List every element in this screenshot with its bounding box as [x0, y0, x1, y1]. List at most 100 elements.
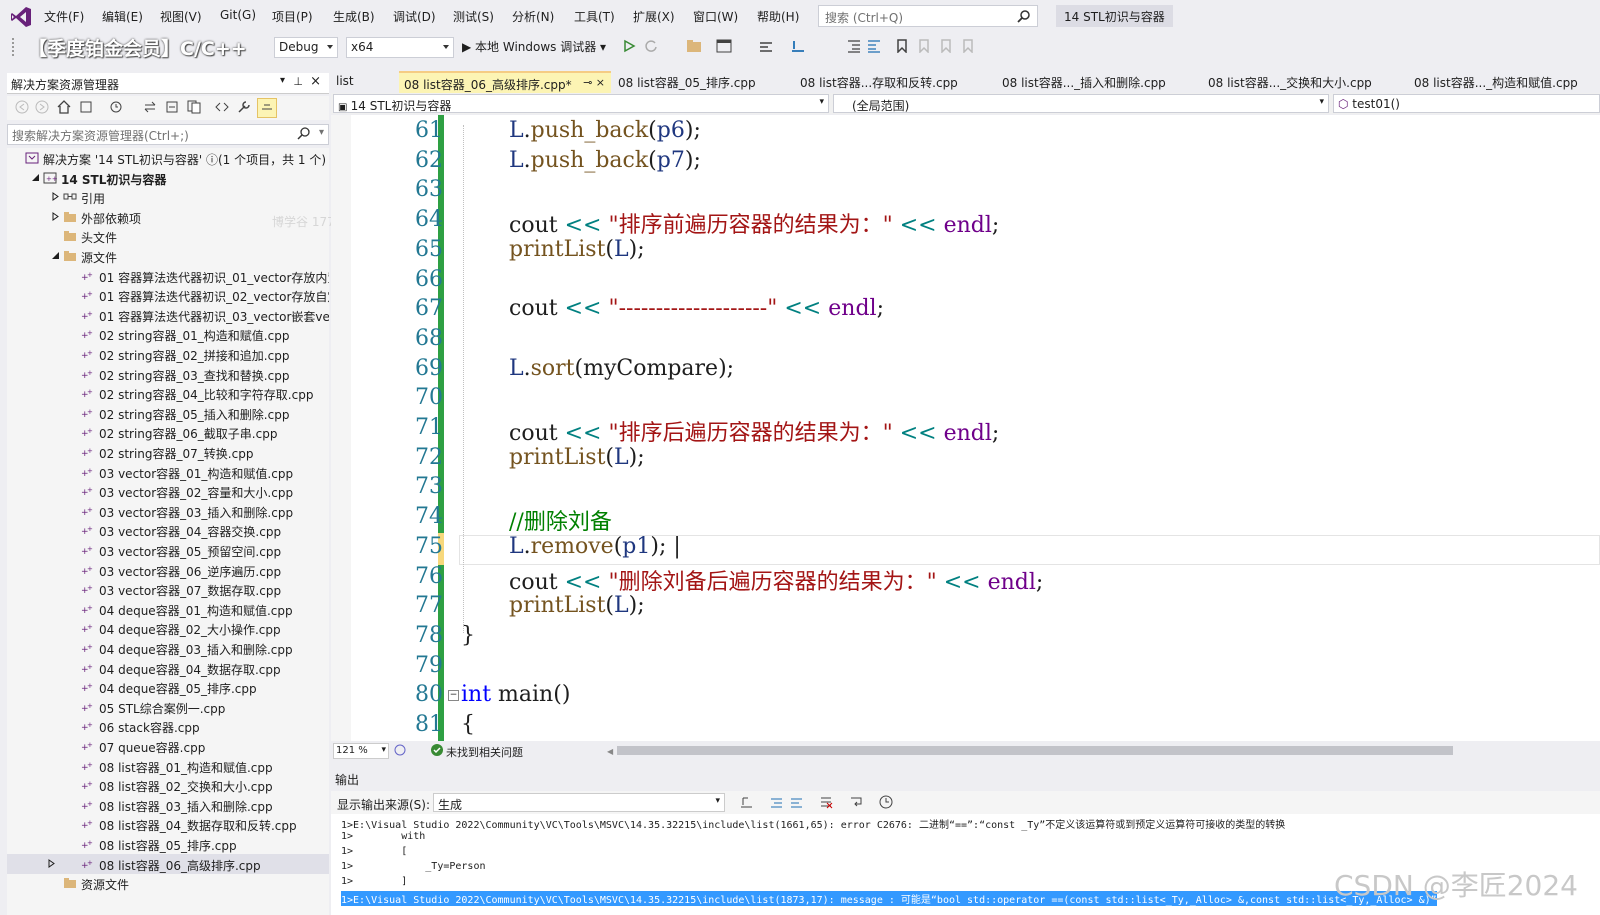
find-message-icon[interactable] — [739, 795, 755, 811]
menu-debug[interactable]: 调试(D) — [393, 8, 436, 25]
source-file-item[interactable]: + + 04 deque容器_03_插入和删除.cpp — [7, 638, 329, 658]
function-dropdown[interactable]: ⬡ test01() — [1333, 94, 1600, 113]
code-line[interactable]: L.push_back(p6); — [509, 118, 701, 143]
collapsed-arrow-icon[interactable] — [51, 192, 60, 202]
tab-file[interactable]: 08 list容器..._交换和大小.cpp — [1203, 71, 1405, 93]
tab-list[interactable]: list — [331, 71, 399, 93]
resource-files-node[interactable]: 资源文件 — [7, 873, 329, 893]
restart-icon[interactable] — [644, 39, 660, 55]
next-message-icon[interactable] — [789, 795, 805, 811]
platform-dropdown[interactable]: x64 — [346, 37, 454, 58]
code-line[interactable]: L.remove(p1); | — [509, 534, 681, 559]
bookmark-icon[interactable] — [896, 39, 912, 55]
window-layout-icon[interactable] — [716, 39, 732, 55]
code-line[interactable]: cout << "删除刘备后遍历容器的结果为：" << endl; — [509, 564, 1043, 596]
code-line[interactable]: cout << "排序后遍历容器的结果为：" << endl; — [509, 415, 999, 447]
source-file-item[interactable]: + + 08 list容器_05_排序.cpp — [7, 834, 329, 854]
horizontal-scrollbar[interactable] — [617, 746, 1453, 755]
source-file-item[interactable]: + + 02 string容器_06_截取子串.cpp — [7, 422, 329, 442]
source-file-item[interactable]: + + 08 list容器_01_构造和赋值.cpp — [7, 756, 329, 776]
search-input[interactable]: 搜索 (Ctrl+Q) — [818, 5, 1038, 27]
code-line[interactable]: { — [461, 712, 475, 737]
source-file-item[interactable]: + + 02 string容器_03_查找和替换.cpp — [7, 364, 329, 384]
menu-analyze[interactable]: 分析(N) — [512, 8, 554, 25]
source-file-item[interactable]: + + 03 vector容器_01_构造和赋值.cpp — [7, 462, 329, 482]
references-node[interactable]: 引用 — [7, 187, 329, 207]
code-line[interactable]: printList(L); — [509, 237, 645, 262]
code-line[interactable]: printList(L); — [509, 445, 645, 470]
menu-help[interactable]: 帮助(H) — [757, 8, 799, 25]
collapsed-arrow-icon[interactable] — [47, 858, 56, 868]
source-file-item[interactable]: + + 02 string容器_07_转换.cpp — [7, 442, 329, 462]
clear-all-icon[interactable] — [819, 795, 835, 811]
collapse-all-icon[interactable] — [165, 100, 181, 116]
start-debugger-button[interactable]: ▶ 本地 Windows 调试器 ▾ — [462, 38, 606, 55]
menu-view[interactable]: 视图(V) — [160, 8, 202, 25]
search-icon[interactable] — [1017, 9, 1031, 23]
code-editor[interactable]: − 61 L.push_back(p6); 62 L.push_back(p7); 63… — [331, 115, 1600, 741]
tab-file[interactable]: 08 list容器..._构造和赋值.cpp — [1409, 71, 1600, 93]
home-icon[interactable] — [57, 100, 73, 116]
source-file-item[interactable]: + + 06 stack容器.cpp — [7, 716, 329, 736]
source-file-item[interactable]: + + 03 vector容器_02_容量和大小.cpp — [7, 481, 329, 501]
zoom-dropdown[interactable]: 121 % ▾ — [333, 743, 389, 759]
source-file-item[interactable]: + + 08 list容器_03_插入和删除.cpp — [7, 795, 329, 815]
project-node[interactable]: ++ 14 STL初识与容器 — [7, 168, 329, 188]
code-line[interactable]: L.push_back(p7); — [509, 148, 701, 173]
code-icon[interactable] — [215, 100, 231, 116]
source-file-item[interactable]: + + 02 string容器_01_构造和赋值.cpp — [7, 324, 329, 344]
issues-status[interactable]: 未找到相关问题 — [446, 744, 523, 760]
tab-pin-close-icon[interactable]: ⊸ × — [583, 76, 605, 89]
close-icon[interactable]: × — [310, 74, 321, 89]
menu-tools[interactable]: 工具(T) — [574, 8, 615, 25]
word-wrap-icon[interactable] — [849, 795, 865, 811]
source-file-item[interactable]: + + 07 queue容器.cpp — [7, 736, 329, 756]
back-icon[interactable] — [15, 100, 31, 116]
indent-icon[interactable] — [846, 39, 862, 55]
source-file-item[interactable]: + + 03 vector容器_04_容器交换.cpp — [7, 520, 329, 540]
source-file-item[interactable]: + + 08 list容器_04_数据存取和反转.cpp — [7, 814, 329, 834]
code-line[interactable]: //删除刘备 — [509, 504, 612, 536]
code-line[interactable]: int main() — [461, 682, 570, 707]
pin-icon[interactable]: ⊥ — [293, 75, 303, 88]
intellisense-icon[interactable] — [393, 743, 407, 757]
tab-file[interactable]: 08 list容器...存取和反转.cpp — [795, 71, 993, 93]
tab-file[interactable]: 08 list容器..._插入和删除.cpp — [997, 71, 1199, 93]
code-line[interactable]: printList(L); — [509, 593, 645, 618]
chevron-down-icon[interactable]: ▾ — [319, 127, 324, 138]
collapse-icon[interactable]: − — [448, 690, 459, 701]
prev-message-icon[interactable] — [769, 795, 785, 811]
source-file-item[interactable]: + + 01 容器算法迭代器初识_01_vector存放内置 — [7, 266, 329, 286]
forward-icon[interactable] — [35, 100, 51, 116]
menu-test[interactable]: 测试(S) — [453, 8, 494, 25]
explorer-search-input[interactable]: 搜索解决方案资源管理器(Ctrl+;) ▾ — [7, 124, 329, 145]
source-file-item[interactable]: + + 08 list容器_06_高级排序.cpp — [7, 853, 329, 874]
code-line[interactable]: cout << "排序前遍历容器的结果为：" << endl; — [509, 207, 999, 239]
source-file-item[interactable]: + + 03 vector容器_03_插入和删除.cpp — [7, 501, 329, 521]
next-bookmark-icon[interactable] — [940, 39, 956, 55]
show-all-files-icon[interactable] — [187, 100, 203, 116]
preview-icon[interactable] — [257, 98, 277, 118]
history-icon[interactable] — [109, 100, 125, 116]
menu-extensions[interactable]: 扩展(X) — [633, 8, 675, 25]
source-file-item[interactable]: + + 03 vector容器_05_预留空间.cpp — [7, 540, 329, 560]
menu-build[interactable]: 生成(B) — [333, 8, 375, 25]
sync-icon[interactable] — [143, 100, 159, 116]
source-files-node[interactable]: 源文件 — [7, 246, 329, 266]
dropdown-icon[interactable]: ▾ — [280, 75, 285, 86]
visual-studio-logo-icon[interactable] — [10, 6, 32, 28]
outdent-icon[interactable] — [866, 39, 882, 55]
code-line[interactable]: cout << "--------------------" << endl; — [509, 296, 884, 321]
start-without-debug-icon[interactable] — [622, 39, 638, 55]
source-file-item[interactable]: + + 04 deque容器_01_构造和赋值.cpp — [7, 599, 329, 619]
collapsed-arrow-icon[interactable] — [51, 211, 60, 221]
source-file-item[interactable]: + + 03 vector容器_06_逆序遍历.cpp — [7, 560, 329, 580]
tab-file[interactable]: 08 list容器_05_排序.cpp — [613, 71, 791, 93]
step-icon[interactable] — [790, 39, 806, 55]
clock-icon[interactable] — [879, 795, 895, 811]
source-file-item[interactable]: + + 04 deque容器_02_大小操作.cpp — [7, 618, 329, 638]
solution-node[interactable]: 解决方案 '14 STL初识与容器' ⓘ(1 个项目，共 1 个) — [7, 148, 329, 168]
menu-file[interactable]: 文件(F) — [44, 8, 84, 25]
scope-dropdown[interactable]: (全局范围) ▾ — [833, 94, 1329, 113]
menu-edit[interactable]: 编辑(E) — [102, 8, 143, 25]
